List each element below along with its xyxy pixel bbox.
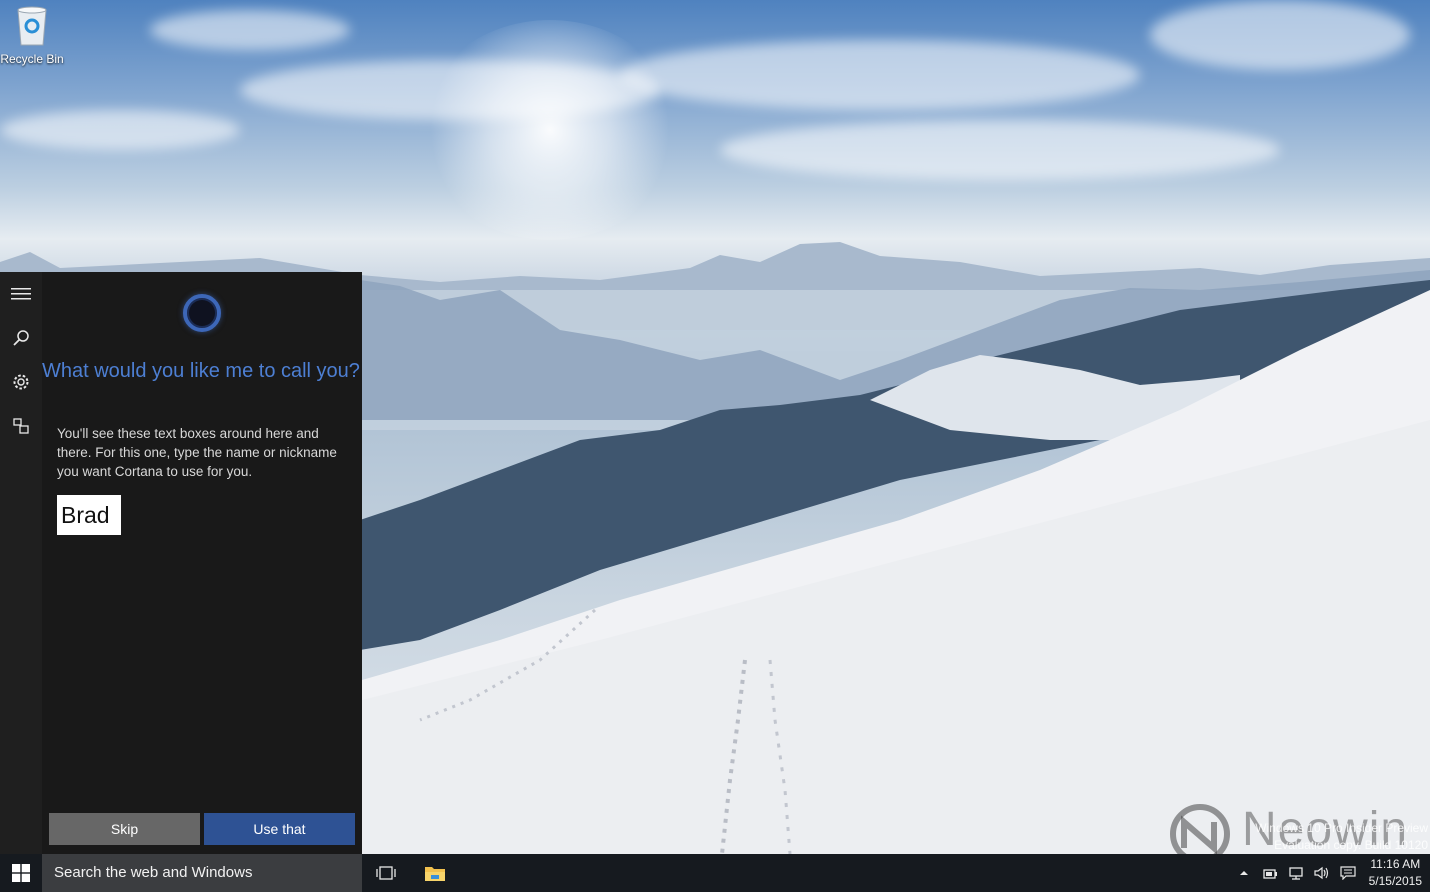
- network-icon[interactable]: [1283, 854, 1309, 892]
- power-icon[interactable]: [1257, 854, 1283, 892]
- taskbar-search-box[interactable]: Search the web and Windows: [42, 854, 362, 892]
- cortana-help-text: You'll see these text boxes around here …: [57, 426, 337, 479]
- folder-icon: [425, 867, 445, 881]
- skip-button[interactable]: Skip: [49, 813, 200, 845]
- volume-icon[interactable]: [1309, 854, 1335, 892]
- gear-icon[interactable]: [0, 360, 42, 404]
- use-that-button[interactable]: Use that: [204, 813, 355, 845]
- build-watermark-line2: Evaluation copy. Build 10120: [1274, 838, 1428, 852]
- cortana-content: What would you like me to call you? You'…: [42, 272, 362, 854]
- search-icon[interactable]: [0, 316, 42, 360]
- cortana-ring-icon: [183, 294, 221, 332]
- chevron-up-icon[interactable]: [1231, 854, 1257, 892]
- file-explorer-button[interactable]: [420, 854, 450, 892]
- build-watermark-line1: Windows 10 Pro Insider Preview: [1255, 821, 1428, 835]
- clock-date: 5/15/2015: [1368, 874, 1422, 888]
- cortana-panel: What would you like me to call you? You'…: [0, 272, 362, 854]
- cortana-question: What would you like me to call you?: [42, 360, 360, 382]
- taskbar-clock[interactable]: 11:16 AM 5/15/2015: [1361, 856, 1430, 890]
- taskbar: Search the web and Windows 11:16 AM 5/15…: [0, 854, 1430, 892]
- task-view-button[interactable]: [372, 854, 400, 892]
- windows-logo-icon: [12, 864, 30, 882]
- recycle-bin-shortcut[interactable]: Recycle Bin: [0, 0, 64, 66]
- action-center-icon[interactable]: [1335, 854, 1361, 892]
- nickname-input[interactable]: [57, 495, 121, 535]
- feedback-icon[interactable]: [0, 404, 42, 448]
- build-watermark: Windows 10 Pro Insider Preview Evaluatio…: [1255, 820, 1428, 854]
- hamburger-menu-icon[interactable]: [0, 272, 42, 316]
- clock-time: 11:16 AM: [1370, 857, 1421, 871]
- start-button[interactable]: [0, 854, 42, 892]
- task-view-icon: [376, 866, 396, 880]
- system-tray: 11:16 AM 5/15/2015: [1231, 854, 1430, 892]
- recycle-bin-icon: [15, 6, 49, 46]
- recycle-bin-label: Recycle Bin: [0, 52, 64, 66]
- cortana-side-rail: [0, 272, 42, 854]
